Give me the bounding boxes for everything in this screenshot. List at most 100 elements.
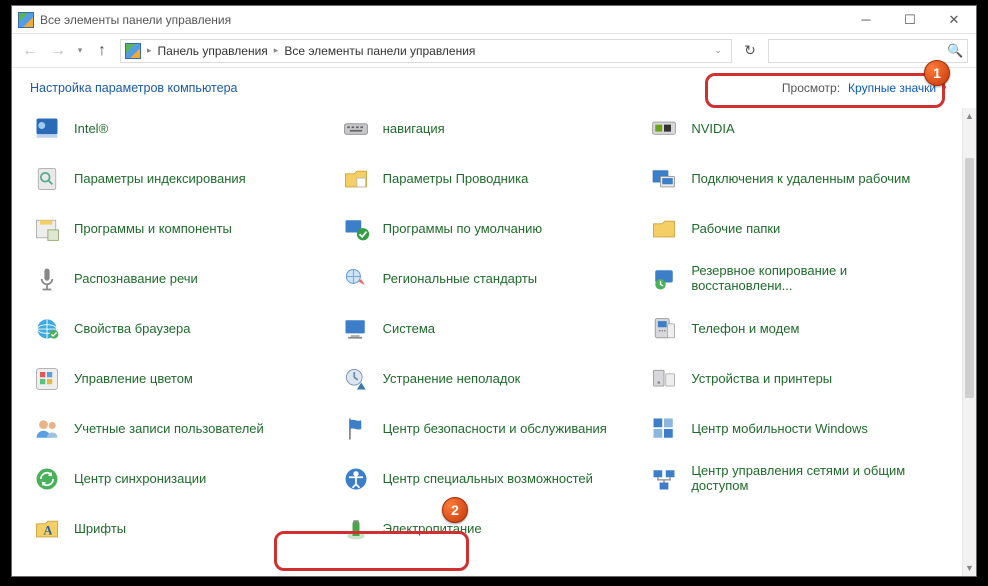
nav-history-button[interactable]: ▾ [72,37,88,65]
control-panel-item[interactable]: Свойства браузера [24,304,333,354]
work-folders-icon [647,212,681,246]
breadcrumb[interactable]: ▸ Панель управления ▸ Все элементы панел… [120,39,732,63]
maximize-button[interactable]: ☐ [888,6,932,34]
control-panel-item[interactable]: Центр мобильности Windows [641,404,950,454]
backup-icon [647,262,681,296]
chevron-down-icon: ▼ [940,84,948,93]
control-panel-item[interactable]: NVIDIA [641,108,950,154]
chevron-right-icon[interactable]: ▸ [272,45,281,56]
control-panel-item[interactable]: Управление цветом [24,354,333,404]
scroll-thumb[interactable] [965,158,974,398]
item-label: Система [383,322,435,337]
item-label: Центр управления сетями и общим доступом [691,464,944,494]
item-label: Программы и компоненты [74,222,232,237]
nav-back-button[interactable]: ← [16,37,44,65]
item-label: Центр синхронизации [74,472,206,487]
view-mode-value: Крупные значки [848,81,936,95]
control-panel-item[interactable]: Программы и компоненты [24,204,333,254]
control-panel-item[interactable]: Подключения к удаленным рабочим [641,154,950,204]
view-mode-dropdown[interactable]: Крупные значки ▼ [848,81,948,95]
speech-icon [30,262,64,296]
control-panel-item[interactable]: Центр синхронизации [24,454,333,504]
control-panel-item[interactable]: Учетные записи пользователей [24,404,333,454]
control-panel-item[interactable]: Система [333,304,642,354]
control-panel-icon [125,43,141,59]
defaults-icon [339,212,373,246]
control-panel-item[interactable]: Программы по умолчанию [333,204,642,254]
nav-forward-button[interactable]: → [44,37,72,65]
fonts-icon: A [30,512,64,546]
power-icon [339,512,373,546]
keyboard-icon [339,112,373,146]
item-label: Центр специальных возможностей [383,472,593,487]
titlebar: Все элементы панели управления ─ ☐ ✕ [12,6,976,34]
window-title: Все элементы панели управления [40,13,844,27]
flag-icon [339,412,373,446]
control-panel-item[interactable]: Устранение неполадок [333,354,642,404]
item-label: Резервное копирование и восстановлени... [691,264,944,294]
item-label: Устранение неполадок [383,372,521,387]
phone-icon [647,312,681,346]
item-label: навигация [383,122,445,137]
sync-icon [30,462,64,496]
search-box[interactable]: 🔍 [768,39,968,63]
item-label: Intel® [74,122,108,137]
devices-icon [647,362,681,396]
control-panel-item[interactable]: Электропитание [333,504,642,554]
control-panel-item[interactable]: Центр специальных возможностей [333,454,642,504]
network-icon [647,462,681,496]
control-panel-item[interactable]: A Шрифты [24,504,333,554]
svg-text:A: A [44,523,53,537]
close-button[interactable]: ✕ [932,6,976,34]
control-panel-item[interactable]: Рабочие папки [641,204,950,254]
control-panel-item[interactable]: Резервное копирование и восстановлени... [641,254,950,304]
remote-icon [647,162,681,196]
items-grid: Intel® навигация NVIDIA Параметры индекс… [12,108,962,566]
access-icon [339,462,373,496]
color-icon [30,362,64,396]
mobility-icon [647,412,681,446]
cpu-icon [30,112,64,146]
view-label: Просмотр: [782,81,840,95]
search-input[interactable] [773,44,947,58]
control-panel-item[interactable]: Региональные стандарты [333,254,642,304]
breadcrumb-current[interactable]: Все элементы панели управления [280,44,479,58]
scroll-down-button[interactable]: ▼ [963,560,976,576]
search-icon[interactable]: 🔍 [947,43,963,59]
item-label: Центр безопасности и обслуживания [383,422,607,437]
minimize-button[interactable]: ─ [844,6,888,34]
control-panel-item[interactable]: Центр управления сетями и общим доступом [641,454,950,504]
troubleshoot-icon [339,362,373,396]
breadcrumb-root[interactable]: Панель управления [154,44,272,58]
item-label: Параметры индексирования [74,172,246,187]
item-label: Параметры Проводника [383,172,529,187]
item-label: Программы по умолчанию [383,222,542,237]
item-label: Шрифты [74,522,126,537]
item-label: NVIDIA [691,122,734,137]
scroll-up-button[interactable]: ▲ [963,108,976,124]
chevron-right-icon[interactable]: ▸ [145,45,154,56]
refresh-button[interactable]: ↻ [736,37,764,65]
breadcrumb-history-button[interactable]: ⌄ [707,45,729,56]
content-header: Настройка параметров компьютера Просмотр… [12,68,976,108]
control-panel-item[interactable]: навигация [333,108,642,154]
item-label: Устройства и принтеры [691,372,832,387]
control-panel-item[interactable]: Intel® [24,108,333,154]
item-label: Свойства браузера [74,322,190,337]
control-panel-item[interactable]: Параметры Проводника [333,154,642,204]
item-label: Электропитание [383,522,482,537]
control-panel-item[interactable]: Устройства и принтеры [641,354,950,404]
control-panel-item[interactable]: Центр безопасности и обслуживания [333,404,642,454]
control-panel-item[interactable]: Параметры индексирования [24,154,333,204]
item-label: Распознавание речи [74,272,198,287]
item-label: Телефон и модем [691,322,799,337]
nav-up-button[interactable]: ↑ [88,37,116,65]
control-panel-item[interactable]: Распознавание речи [24,254,333,304]
item-label: Учетные записи пользователей [74,422,264,437]
item-label: Рабочие папки [691,222,780,237]
index-icon [30,162,64,196]
item-label: Подключения к удаленным рабочим [691,172,910,187]
vertical-scrollbar[interactable]: ▲ ▼ [962,108,976,576]
control-panel-item[interactable]: Телефон и модем [641,304,950,354]
view-selector[interactable]: Просмотр: Крупные значки ▼ [772,78,958,98]
